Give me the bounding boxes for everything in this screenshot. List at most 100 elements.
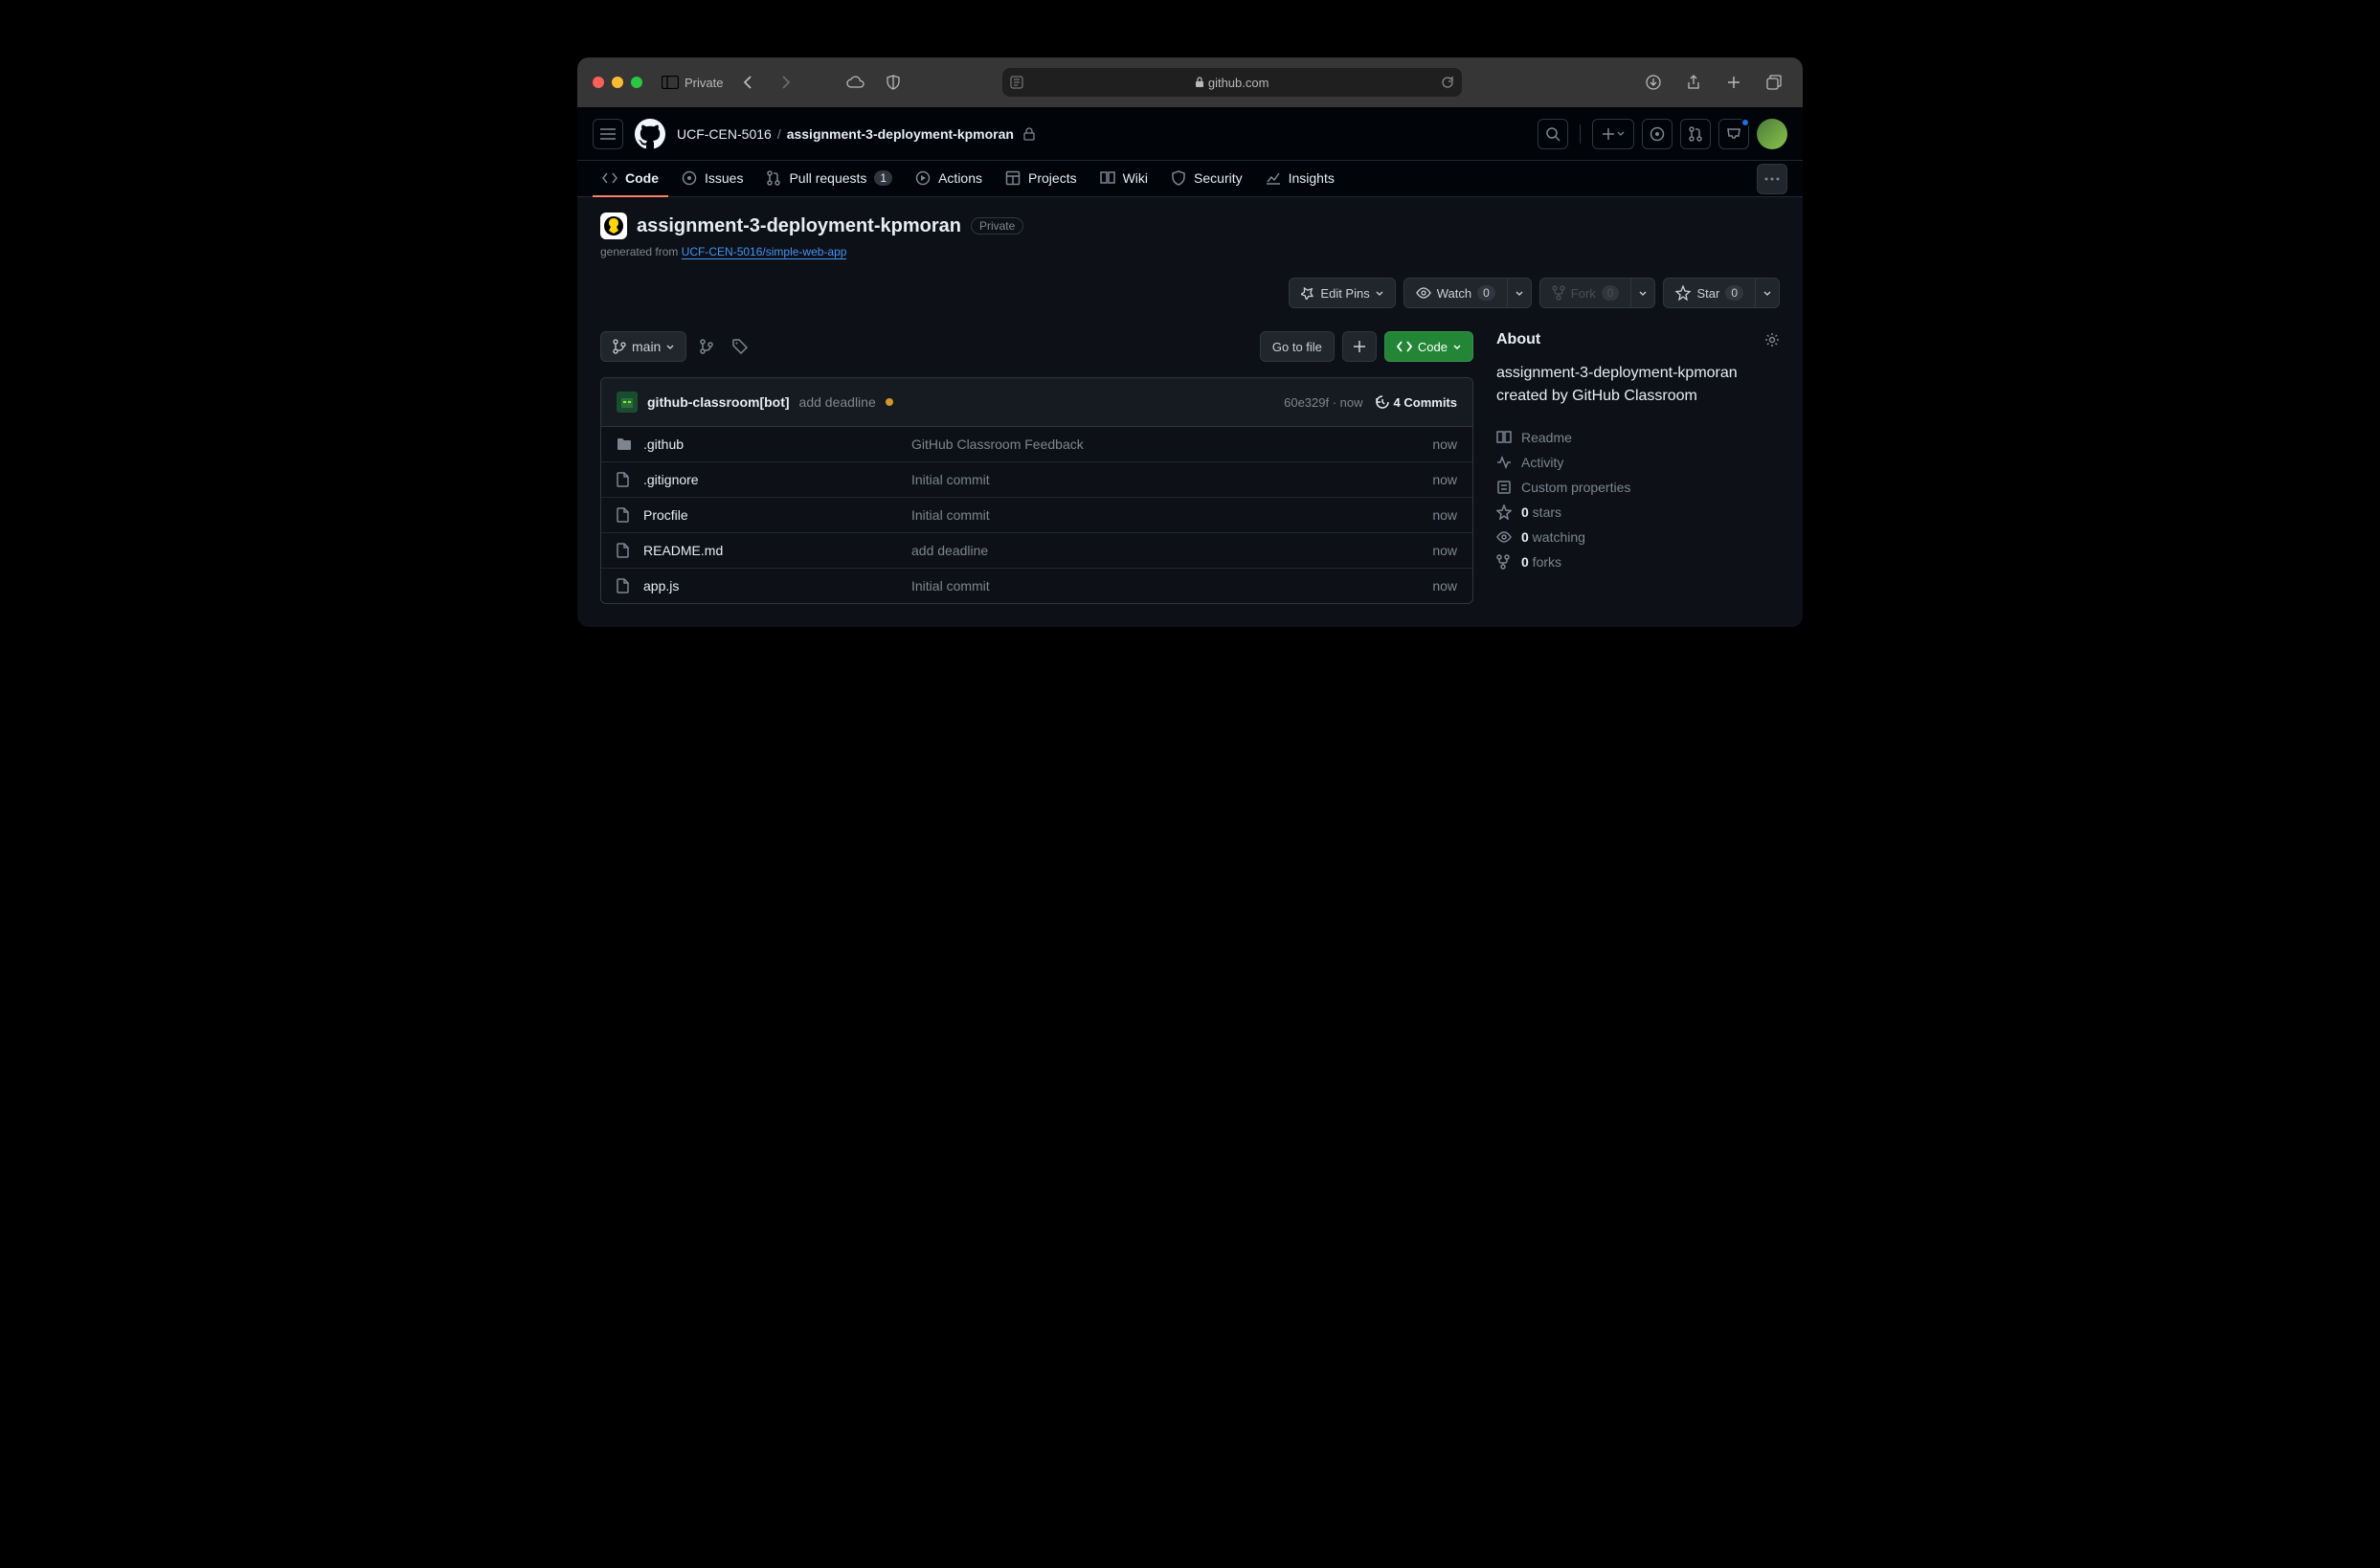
- create-new-button[interactable]: [1592, 119, 1634, 149]
- book-icon: [1496, 430, 1512, 445]
- file-row: .gitignoreInitial commitnow: [601, 462, 1472, 498]
- tab-insights[interactable]: Insights: [1256, 161, 1344, 197]
- divider: [1580, 124, 1581, 144]
- tab-label: Code: [625, 170, 659, 186]
- privacy-shield-icon[interactable]: [880, 69, 907, 96]
- tab-label: Projects: [1028, 170, 1077, 186]
- commit-author[interactable]: github-classroom[bot]: [647, 394, 790, 410]
- tab-security[interactable]: Security: [1161, 161, 1252, 197]
- readme-link[interactable]: Readme: [1496, 425, 1780, 450]
- branches-button[interactable]: [694, 333, 719, 360]
- chevron-down-icon: [1639, 291, 1647, 296]
- tab-actions[interactable]: Actions: [906, 161, 992, 197]
- tab-label: Security: [1194, 170, 1243, 186]
- tab-wiki[interactable]: Wiki: [1090, 161, 1157, 197]
- forks-link[interactable]: 0 forks: [1496, 549, 1780, 574]
- file-name[interactable]: README.md: [643, 543, 911, 558]
- notification-badge: [1740, 118, 1750, 127]
- tab-issues[interactable]: Issues: [672, 161, 752, 197]
- repo-link[interactable]: assignment-3-deployment-kpmoran: [787, 126, 1014, 142]
- search-button[interactable]: [1538, 119, 1568, 149]
- user-avatar[interactable]: [1757, 119, 1787, 149]
- hamburger-icon: [600, 128, 616, 140]
- tab-pull-requests[interactable]: Pull requests 1: [756, 161, 902, 197]
- settings-button[interactable]: [1764, 332, 1780, 347]
- issues-button[interactable]: [1642, 119, 1673, 149]
- url-bar[interactable]: github.com: [1002, 68, 1462, 97]
- close-window-button[interactable]: [593, 77, 604, 88]
- org-link[interactable]: UCF-CEN-5016: [677, 126, 772, 142]
- fork-dropdown-button[interactable]: [1630, 278, 1655, 308]
- watch-button[interactable]: Watch 0: [1403, 278, 1507, 308]
- tab-count: 1: [874, 170, 892, 186]
- star-button[interactable]: Star 0: [1663, 278, 1755, 308]
- tab-label: Pull requests: [789, 170, 866, 186]
- eye-icon: [1496, 531, 1512, 543]
- stars-link[interactable]: 0 stars: [1496, 500, 1780, 525]
- project-icon: [1005, 170, 1021, 186]
- tab-code[interactable]: Code: [593, 161, 668, 197]
- tab-label: Insights: [1289, 170, 1335, 186]
- share-button[interactable]: [1680, 69, 1707, 96]
- file-name[interactable]: Procfile: [643, 507, 911, 523]
- commit-message[interactable]: add deadline: [799, 394, 876, 410]
- file-name[interactable]: .github: [643, 437, 911, 452]
- pull-requests-button[interactable]: [1680, 119, 1711, 149]
- file-name[interactable]: app.js: [643, 578, 911, 594]
- reader-icon[interactable]: [1010, 76, 1023, 89]
- fork-icon: [1496, 554, 1510, 570]
- branch-select-button[interactable]: main: [600, 331, 686, 362]
- forward-button[interactable]: [773, 69, 799, 96]
- gear-icon: [1764, 332, 1780, 347]
- status-pending-icon[interactable]: [886, 398, 893, 406]
- code-download-button[interactable]: Code: [1384, 331, 1473, 362]
- breadcrumb-separator: /: [777, 126, 781, 142]
- file-commit-message[interactable]: Initial commit: [911, 472, 1432, 487]
- tabs-button[interactable]: [1761, 69, 1787, 96]
- file-commit-message[interactable]: Initial commit: [911, 507, 1432, 523]
- chevron-down-icon: [1376, 291, 1383, 296]
- file-commit-message[interactable]: add deadline: [911, 543, 1432, 558]
- tags-button[interactable]: [727, 333, 753, 360]
- fork-button[interactable]: Fork 0: [1539, 278, 1631, 308]
- custom-properties-link[interactable]: Custom properties: [1496, 475, 1780, 500]
- repo-actions: Edit Pins Watch 0 Fork 0: [600, 278, 1780, 308]
- history-icon: [1375, 394, 1390, 410]
- file-name[interactable]: .gitignore: [643, 472, 911, 487]
- issue-icon: [1650, 126, 1665, 142]
- star-icon: [1675, 285, 1691, 301]
- file-icon: [617, 507, 632, 523]
- file-commit-message[interactable]: GitHub Classroom Feedback: [911, 437, 1432, 452]
- edit-pins-button[interactable]: Edit Pins: [1289, 278, 1395, 308]
- star-button-group: Star 0: [1663, 278, 1780, 308]
- reload-button[interactable]: [1441, 76, 1454, 89]
- minimize-window-button[interactable]: [612, 77, 623, 88]
- back-button[interactable]: [734, 69, 761, 96]
- notifications-button[interactable]: [1718, 119, 1749, 149]
- github-logo[interactable]: [635, 119, 665, 149]
- commit-sha[interactable]: 60e329f · now: [1284, 395, 1362, 410]
- file-row: .githubGitHub Classroom Feedbacknow: [601, 427, 1472, 462]
- watch-dropdown-button[interactable]: [1507, 278, 1532, 308]
- traffic-lights: [593, 77, 642, 88]
- chevron-down-icon: [1763, 291, 1771, 296]
- pulse-icon: [1496, 455, 1512, 470]
- activity-link[interactable]: Activity: [1496, 450, 1780, 475]
- sidebar-toggle-group[interactable]: Private: [662, 76, 723, 90]
- new-tab-button[interactable]: [1720, 69, 1747, 96]
- cloud-icon[interactable]: [842, 69, 868, 96]
- hamburger-menu-button[interactable]: [593, 119, 623, 149]
- star-dropdown-button[interactable]: [1755, 278, 1780, 308]
- tab-projects[interactable]: Projects: [996, 161, 1087, 197]
- downloads-button[interactable]: [1640, 69, 1667, 96]
- repo-title: assignment-3-deployment-kpmoran: [637, 215, 961, 237]
- commits-link[interactable]: 4 Commits: [1375, 394, 1457, 410]
- go-to-file-button[interactable]: Go to file: [1260, 331, 1335, 362]
- watching-link[interactable]: 0 watching: [1496, 525, 1780, 549]
- add-file-button[interactable]: [1342, 331, 1377, 362]
- file-commit-message[interactable]: Initial commit: [911, 578, 1432, 594]
- template-link[interactable]: UCF-CEN-5016/simple-web-app: [682, 245, 847, 259]
- maximize-window-button[interactable]: [631, 77, 642, 88]
- more-tabs-button[interactable]: [1757, 164, 1787, 194]
- issue-icon: [682, 170, 697, 186]
